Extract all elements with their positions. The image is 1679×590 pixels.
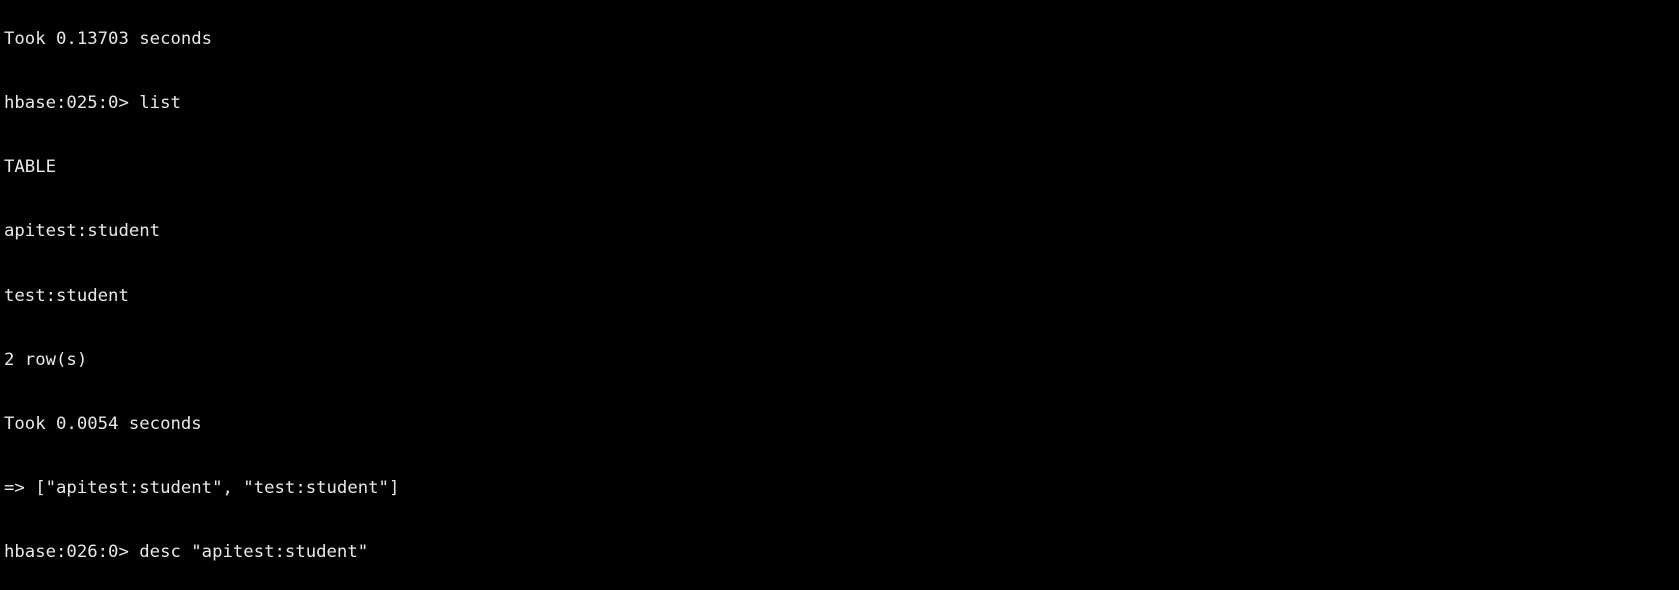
terminal-line: hbase:025:0> list bbox=[4, 93, 181, 114]
terminal-output-buffer: Took 0.13703 seconds hbase:025:0> list T… bbox=[4, 0, 1679, 590]
terminal-line: Took 0.0054 seconds bbox=[4, 414, 202, 435]
terminal-line: => ["apitest:student", "test:student"] bbox=[4, 478, 400, 499]
terminal-line: apitest:student bbox=[4, 221, 161, 242]
terminal-line: 2 row(s) bbox=[4, 349, 88, 370]
terminal-line: hbase:026:0> desc "apitest:student" bbox=[4, 542, 369, 563]
terminal-line: Took 0.13703 seconds bbox=[4, 28, 213, 49]
terminal-window[interactable]: Took 0.13703 seconds hbase:025:0> list T… bbox=[0, 0, 1679, 590]
terminal-line: test:student bbox=[4, 285, 129, 306]
terminal-line: TABLE bbox=[4, 157, 57, 178]
